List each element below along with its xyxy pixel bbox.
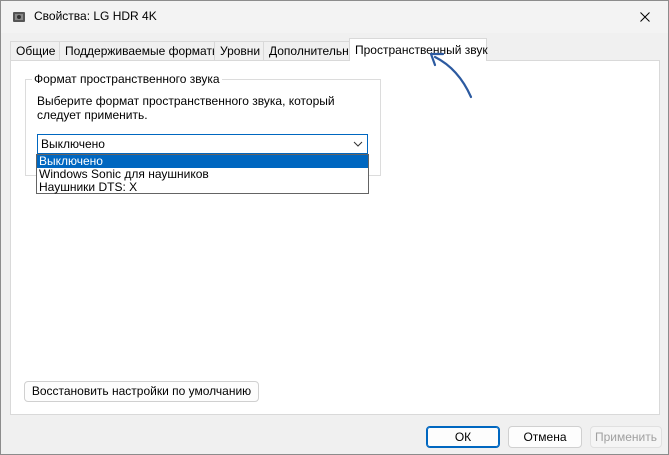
tab-supported-formats[interactable]: Поддерживаемые форматы: [59, 41, 221, 60]
combo-selected-value: Выключено: [41, 137, 105, 151]
speaker-icon: [13, 12, 25, 22]
restore-defaults-button[interactable]: Восстановить настройки по умолчанию: [24, 381, 259, 402]
ok-button[interactable]: ОК: [426, 426, 500, 448]
tab-panel: Формат пространственного звука Выберите …: [10, 60, 660, 415]
group-description: Выберите формат пространственного звука,…: [37, 94, 335, 122]
annotation-arrow-icon: [429, 52, 473, 99]
close-icon: [640, 12, 650, 22]
properties-window: Свойства: LG HDR 4K Общие Поддерживаемые…: [0, 0, 669, 455]
tab-general[interactable]: Общие: [10, 41, 60, 60]
group-legend: Формат пространственного звука: [32, 72, 222, 86]
window-title: Свойства: LG HDR 4K: [34, 9, 157, 23]
title-bar: Свойства: LG HDR 4K: [1, 1, 668, 33]
tab-advanced[interactable]: Дополнительно: [263, 41, 355, 60]
format-dropdown-list: Выключено Windows Sonic для наушников На…: [36, 154, 369, 194]
close-button[interactable]: [622, 1, 668, 33]
spatial-format-combobox[interactable]: Выключено: [37, 134, 368, 154]
tab-strip: Общие Поддерживаемые форматы Уровни Допо…: [10, 38, 660, 61]
tab-levels[interactable]: Уровни: [214, 41, 264, 60]
cancel-button[interactable]: Отмена: [508, 426, 582, 448]
chevron-down-icon: [353, 141, 363, 147]
dropdown-option-dts-x[interactable]: Наушники DTS: X: [37, 181, 368, 194]
apply-button[interactable]: Применить: [590, 426, 662, 448]
